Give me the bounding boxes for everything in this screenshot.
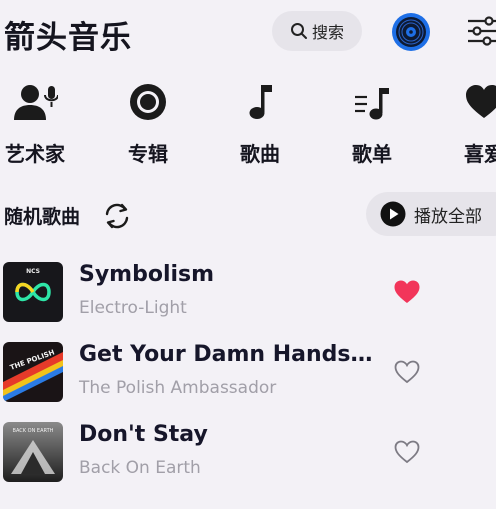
- category-row: 艺术家 专辑 歌曲 歌单 喜爱: [0, 80, 496, 170]
- playlist-icon: [355, 88, 389, 120]
- play-all-button[interactable]: 播放全部: [366, 192, 496, 236]
- category-artist[interactable]: 艺术家: [0, 80, 75, 170]
- heart-outline-icon[interactable]: [393, 439, 421, 465]
- app-header: 箭头音乐 搜索: [0, 0, 496, 66]
- random-songs-header: 随机歌曲 播放全部: [0, 192, 496, 238]
- song-artist: The Polish Ambassador: [79, 378, 277, 398]
- category-playlists[interactable]: 歌单: [332, 80, 412, 170]
- album-cover: THE POLISH: [3, 342, 63, 402]
- category-album[interactable]: 专辑: [108, 80, 188, 170]
- category-label: 艺术家: [5, 142, 65, 166]
- song-item[interactable]: NCS Symbolism Electro-Light: [0, 262, 496, 324]
- refresh-icon[interactable]: [101, 200, 133, 232]
- search-label: 搜索: [311, 23, 344, 42]
- music-note-icon: [249, 85, 272, 119]
- song-title: Don't Stay: [79, 422, 208, 447]
- artist-mic-icon: [14, 85, 58, 120]
- song-item[interactable]: BACK ON EARTH Don't Stay Back On Earth: [0, 422, 496, 484]
- song-item[interactable]: THE POLISH Get Your Damn Hands o… The Po…: [0, 342, 496, 404]
- heart-outline-icon[interactable]: [393, 359, 421, 385]
- category-songs[interactable]: 歌曲: [220, 80, 300, 170]
- song-title: Get Your Damn Hands o…: [79, 342, 379, 367]
- cover-text: NCS: [26, 268, 40, 275]
- search-icon: [290, 23, 307, 39]
- album-cover: BACK ON EARTH: [3, 422, 63, 482]
- search-button[interactable]: 搜索: [272, 11, 362, 51]
- app-title: 箭头音乐: [4, 20, 132, 56]
- category-label: 喜爱: [464, 142, 496, 166]
- album-disc-icon: [130, 84, 166, 120]
- filter-settings-icon[interactable]: [466, 15, 496, 47]
- album-cover: NCS: [3, 262, 63, 322]
- play-circle-icon: [380, 201, 406, 227]
- heart-icon: [466, 85, 496, 118]
- song-artist: Back On Earth: [79, 458, 201, 478]
- category-label: 专辑: [128, 142, 168, 166]
- category-label: 歌单: [352, 142, 392, 166]
- song-title: Symbolism: [79, 262, 215, 287]
- category-label: 歌曲: [240, 142, 280, 166]
- section-title: 随机歌曲: [4, 206, 81, 228]
- song-artist: Electro-Light: [79, 298, 187, 318]
- category-favorites[interactable]: 喜爱: [444, 80, 496, 170]
- cover-text: BACK ON EARTH: [13, 428, 54, 434]
- play-all-label: 播放全部: [414, 206, 482, 227]
- liked-heart-icon[interactable]: [393, 279, 421, 305]
- now-playing-disc-icon[interactable]: [391, 12, 431, 52]
